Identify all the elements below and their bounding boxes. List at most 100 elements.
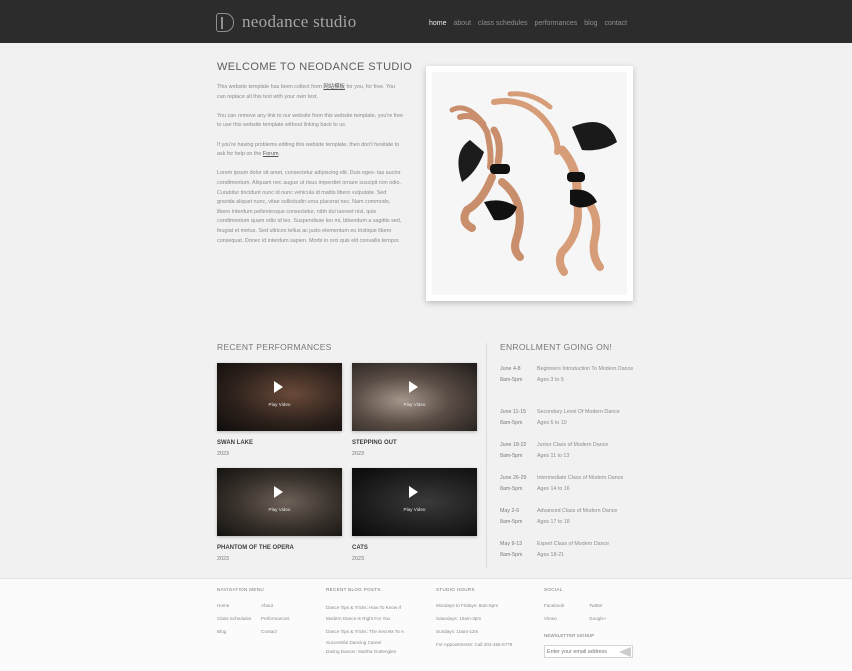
video-thumbnail-swan-lake[interactable]: Play Video [217, 363, 342, 431]
video-thumbnail-stepping-out[interactable]: Play Video [352, 363, 477, 431]
enrollment-course: Junior Class of Modern Dance [537, 442, 609, 448]
play-icon [409, 486, 418, 498]
footer-link-home[interactable]: Home [217, 603, 229, 609]
intro-p3-text: If you're having problems editing this w… [217, 141, 400, 158]
nav-contact[interactable]: contact [605, 20, 628, 27]
performance-title[interactable]: STEPPING OUT [352, 440, 397, 446]
social-link-google-plus[interactable]: Google+ [589, 616, 607, 622]
hero-dancers-image [432, 72, 627, 295]
footer-blog-title: RECENT BLOG POSTS [326, 587, 381, 592]
play-icon [274, 486, 283, 498]
enrollment-dates: June 18-22 8am-5pm [500, 440, 536, 461]
enrollment-ages: Ages 18-21 [537, 551, 565, 558]
enrollment-info: Advanced Class of Modern Dance Ages 17 to… [537, 506, 637, 527]
performance-year: 2023 [217, 556, 229, 562]
nav-blog[interactable]: blog [584, 20, 597, 27]
nav-about[interactable]: about [454, 20, 472, 27]
enrollment-ages: Ages 11 to 13 [537, 452, 570, 459]
play-video-label: Play Video [268, 507, 291, 512]
page-title: WELCOME TO NEODANCE STUDIO [217, 61, 413, 73]
video-thumbnail-cats[interactable]: Play Video [352, 468, 477, 536]
enrollment-course: Secondary Level Of Modern Dance [537, 409, 620, 415]
enrollment-time: 8am-5pm [500, 485, 523, 492]
enrollment-date-range: June 4-8 [500, 366, 521, 372]
enrollment-dates: June 4-8 8am-5pm [500, 364, 536, 385]
footer-hours-weekdays: Mondays to Fridays: 8am-5pm [436, 603, 499, 608]
intro-paragraph-2: You can remove any link to our website f… [217, 112, 403, 129]
intro-p1-text: This website template has been collect f… [217, 84, 324, 90]
performance-year: 2023 [352, 451, 364, 457]
enrollment-time: 8am-5pm [500, 376, 523, 383]
logo-mark-icon [216, 12, 234, 32]
intro-text: This website template has been collect f… [217, 83, 403, 256]
enrollment-dates: June 26-29 8am-5pm [500, 473, 536, 494]
hero-photo-frame [426, 66, 633, 301]
social-link-twitter[interactable]: Twitter [589, 603, 603, 609]
play-icon [274, 381, 283, 393]
performance-title[interactable]: PHANTOM OF THE OPERA [217, 545, 294, 551]
footer-link-contact[interactable]: Contact [261, 629, 277, 635]
enrollment-dates: June 11-15 8am-5pm [500, 407, 536, 428]
performance-year: 2023 [352, 556, 364, 562]
nav-home[interactable]: home [429, 20, 447, 27]
dancers-illustration [449, 91, 617, 276]
enrollment-ages: Ages 14 to 16 [537, 485, 570, 492]
newsletter-form [544, 645, 633, 658]
footer-hours-saturday: Saturdays: 10am-3pm [436, 616, 482, 621]
footer-link-class-schedules[interactable]: Class Schedules [217, 616, 251, 622]
enrollment-course: Beginners Introduction To Modern Dance [537, 366, 634, 372]
enrollment-date-range: May 9-13 [500, 541, 523, 547]
social-link-vimeo[interactable]: Vimeo [544, 616, 557, 622]
performances-title: RECENT PERFORMANCES [217, 342, 332, 352]
enrollment-dates: May 9-13 8am-5pm [500, 539, 536, 560]
play-video-label: Play Video [268, 402, 291, 407]
footer-link-performances[interactable]: Performances [261, 616, 290, 622]
enrollment-info: Intermediate Class of Modern Dance Ages 1… [537, 473, 637, 494]
performance-title[interactable]: SWAN LAKE [217, 440, 253, 446]
submit-arrow-icon[interactable] [619, 647, 631, 657]
site-header: neodance studio home about class schedul… [0, 0, 852, 43]
footer-hours-sunday: Sundays: 10am-12m [436, 629, 479, 634]
video-thumbnail-phantom-of-the-opera[interactable]: Play Video [217, 468, 342, 536]
forum-link[interactable]: Forum [263, 151, 279, 157]
nav-class-schedules[interactable]: class schedules [478, 20, 527, 27]
site-footer [0, 578, 852, 671]
enrollment-info: Beginners Introduction To Modern Dance Ag… [537, 364, 637, 385]
performance-title[interactable]: CATS [352, 545, 368, 551]
play-video-label: Play Video [403, 507, 426, 512]
newsletter-email-input[interactable] [547, 647, 619, 656]
performance-year: 2023 [217, 451, 229, 457]
enrollment-time: 8am-5pm [500, 518, 523, 525]
footer-blog-post[interactable]: Dance Tips & Tricks: How To Know If Mode… [326, 602, 414, 624]
footer-social-title: SOCIAL [544, 587, 563, 592]
nav-performances[interactable]: performances [534, 20, 577, 27]
footer-link-about[interactable]: About [261, 603, 273, 609]
enrollment-info: Junior Class of Modern Dance Ages 11 to 1… [537, 440, 637, 461]
footer-blog-post[interactable]: Dance Tips & Tricks: The Secrets To A Su… [326, 626, 414, 648]
enrollment-dates: May 2-6 8am-5pm [500, 506, 536, 527]
enrollment-date-range: June 18-22 [500, 442, 527, 448]
intro-paragraph-1: This website template has been collect f… [217, 83, 403, 102]
footer-appointments: For Appointments: Call 202-456-6779 [436, 642, 513, 647]
enrollment-date-range: June 11-15 [500, 409, 527, 415]
enrollment-time: 8am-5pm [500, 551, 523, 558]
footer-nav-title: NAVIGATION MENU [217, 587, 264, 592]
intro-p3-tail: . [278, 151, 280, 158]
enrollment-ages: Ages 3 to 5 [537, 376, 564, 383]
intro-paragraph-3: If you're having problems editing this w… [217, 141, 403, 160]
footer-blog-post[interactable]: Daring Dancer: Martha Gottenglen [326, 649, 414, 655]
main-nav: home about class schedules performances … [429, 20, 627, 27]
site-logo[interactable]: neodance studio [216, 12, 357, 32]
enrollment-ages: Ages 17 to 18 [537, 518, 570, 525]
template-site-link[interactable]: 网站模板 [323, 84, 345, 90]
enrollment-date-range: June 26-29 [500, 475, 527, 481]
column-divider [486, 343, 487, 568]
enrollment-info: Expert Class of Modern Dance Ages 18-21 [537, 539, 637, 560]
logo-text: neodance studio [242, 12, 357, 31]
enrollment-course: Expert Class of Modern Dance [537, 541, 610, 547]
enrollment-course: Advanced Class of Modern Dance [537, 508, 618, 514]
enrollment-title: ENROLLMENT GOING ON! [500, 342, 613, 352]
footer-hours-title: STUDIO HOURS [436, 587, 475, 592]
social-link-facebook[interactable]: Facebook [544, 603, 564, 609]
footer-link-blog[interactable]: Blog [217, 629, 226, 635]
